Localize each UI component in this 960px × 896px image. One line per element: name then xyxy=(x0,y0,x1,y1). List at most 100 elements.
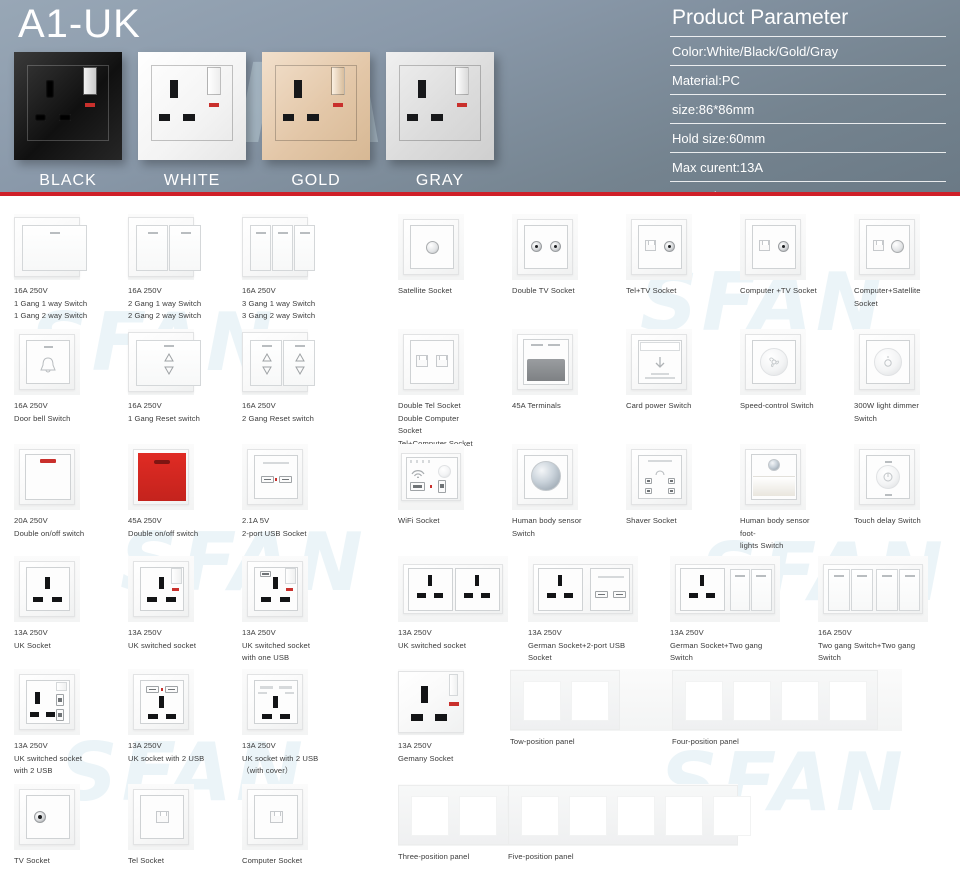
product-card[interactable]: 13A 250V UK Socket xyxy=(14,556,92,652)
product-name: UK switched socket with 2 USB xyxy=(14,753,83,776)
product-card[interactable]: 13A 250V UK switched socket with 2 USB xyxy=(14,669,92,778)
product-rating: 16A 250V xyxy=(818,628,852,637)
product-image xyxy=(128,329,201,395)
product-card[interactable]: 13A 250V UK switched socket xyxy=(398,556,508,652)
product-name: WiFi Socket xyxy=(398,516,440,525)
product-image xyxy=(14,784,80,850)
spec-color: Color:White/Black/Gold/Gray xyxy=(670,37,946,66)
product-card[interactable]: 45A 250V Double on/off switch xyxy=(128,444,206,540)
product-image xyxy=(398,669,464,735)
product-card[interactable]: 13A 250V UK switched socket with one USB xyxy=(242,556,320,665)
product-name: Tel Socket xyxy=(128,856,165,865)
product-card[interactable]: 300W light dimmer Switch xyxy=(854,329,932,425)
product-card[interactable]: Human body sensor foot-lights Switch xyxy=(740,444,818,553)
product-image xyxy=(398,556,508,622)
product-name: TV Socket xyxy=(14,856,50,865)
product-caption: 16A 250V 1 Gang Reset switch xyxy=(128,400,206,425)
color-swatch-list: BLACK WHITE GOLD GRAY xyxy=(14,52,494,190)
product-name: Shaver Socket xyxy=(626,516,677,525)
product-caption: Human body sensor Switch xyxy=(512,515,590,540)
product-card[interactable]: 16A 250V 3 Gang 1 way Switch 3 Gang 2 way … xyxy=(242,214,320,323)
product-card[interactable]: Computer +TV Socket xyxy=(740,214,818,298)
product-card[interactable]: Five-position panel xyxy=(508,784,751,864)
product-card[interactable]: Human body sensor Switch xyxy=(512,444,590,540)
product-card[interactable]: 16A 250V 2 Gang 1 way Switch 2 Gang 2 way … xyxy=(128,214,206,323)
product-card[interactable]: 16A 250V Two gang Switch+Two gang Switch xyxy=(818,556,928,665)
spec-hold-size: Hold size:60mm xyxy=(670,124,946,153)
product-card[interactable]: Tel Socket xyxy=(128,784,206,868)
product-card[interactable]: Satellite Socket xyxy=(398,214,476,298)
product-rating: 16A 250V xyxy=(128,401,162,410)
product-name: Touch delay Switch xyxy=(854,516,921,525)
product-rating: 13A 250V xyxy=(528,628,562,637)
product-card[interactable]: 16A 250V 1 Gang Reset switch xyxy=(128,329,206,425)
product-caption: Speed-control Switch xyxy=(740,400,818,413)
product-card[interactable]: Four-position panel xyxy=(672,669,902,749)
product-image xyxy=(398,444,464,510)
product-card[interactable]: Shaver Socket xyxy=(626,444,704,528)
product-card[interactable]: Computer Socket xyxy=(242,784,320,868)
product-rating: 45A 250V xyxy=(128,516,162,525)
product-image xyxy=(14,329,80,395)
color-swatch-label: GOLD xyxy=(291,172,341,189)
product-card[interactable]: 45A Terminals xyxy=(512,329,590,413)
product-card[interactable]: Double Tel Socket Double Computer Socket T… xyxy=(398,329,476,450)
product-image xyxy=(672,669,902,731)
product-image xyxy=(626,214,692,280)
product-card[interactable]: 16A 250V 1 Gang 1 way Switch 1 Gang 2 way … xyxy=(14,214,92,323)
product-rating: 13A 250V xyxy=(14,741,48,750)
product-image xyxy=(128,214,201,280)
product-card[interactable]: 13A 250V UK switched socket xyxy=(128,556,206,652)
product-image xyxy=(14,444,80,510)
product-card[interactable]: 13A 250V German Socket+Two gang Switch xyxy=(670,556,780,665)
product-image xyxy=(242,214,315,280)
product-card[interactable]: 16A 250V Door bell Switch xyxy=(14,329,92,425)
spec-max-current: Max curent:13A xyxy=(670,153,946,182)
product-image xyxy=(242,669,308,735)
product-card[interactable]: 13A 250V UK socket with 2 USB xyxy=(128,669,206,765)
product-caption: 20A 250V Double on/off switch xyxy=(14,515,92,540)
product-card[interactable]: 13A 250V Gemany Socket xyxy=(398,669,476,765)
product-card[interactable]: TV Socket xyxy=(14,784,92,868)
product-name: Gemany Socket xyxy=(398,753,454,763)
product-card[interactable]: Double TV Socket xyxy=(512,214,590,298)
product-image xyxy=(818,556,928,622)
product-card[interactable]: Speed-control Switch xyxy=(740,329,818,413)
product-name: UK switched socket xyxy=(398,640,467,650)
product-image xyxy=(512,444,578,510)
product-name: Double TV Socket xyxy=(512,286,575,295)
product-card[interactable]: 2.1A 5V 2-port USB Socket xyxy=(242,444,320,540)
product-rating: 13A 250V xyxy=(242,628,276,637)
product-card[interactable]: Card power Switch xyxy=(626,329,704,413)
product-card[interactable]: WiFi Socket xyxy=(398,444,476,528)
socket-image-white xyxy=(138,52,246,160)
product-card[interactable]: Touch delay Switch xyxy=(854,444,932,528)
product-name-alt: Double Computer Socket xyxy=(398,413,460,436)
product-card[interactable]: 16A 250V 2 Gang Reset switch xyxy=(242,329,320,425)
product-name: Human body sensor foot- xyxy=(740,516,810,538)
product-card[interactable]: 20A 250V Double on/off switch xyxy=(14,444,92,540)
product-name: Computer Socket xyxy=(242,856,303,865)
product-caption: 16A 250V Door bell Switch xyxy=(14,400,92,425)
color-swatch-black[interactable]: BLACK xyxy=(14,52,122,190)
color-swatch-white[interactable]: WHITE xyxy=(138,52,246,190)
product-caption: 13A 250V UK switched socket xyxy=(398,627,508,652)
socket-image-gold xyxy=(262,52,370,160)
product-name: Satellite Socket xyxy=(398,286,452,295)
socket-image-gray xyxy=(386,52,494,160)
product-caption: Five-position panel xyxy=(508,851,738,864)
product-image xyxy=(14,669,80,735)
color-swatch-gold[interactable]: GOLD xyxy=(262,52,370,190)
socket-image-black xyxy=(14,52,122,160)
product-card[interactable]: Tel+TV Socket xyxy=(626,214,704,298)
product-name: Tel+TV Socket xyxy=(626,286,677,295)
product-card[interactable]: Computer+Satellite Socket xyxy=(854,214,932,310)
product-caption: 13A 250V German Socket+2-port USB Socket xyxy=(528,627,638,665)
product-card[interactable]: 13A 250V German Socket+2-port USB Socket xyxy=(528,556,638,665)
product-name: 2 Gang 1 way Switch xyxy=(128,298,202,308)
color-swatch-label: WHITE xyxy=(163,172,221,189)
product-caption: 13A 250V UK Socket xyxy=(14,627,92,652)
product-name: Five-position panel xyxy=(508,852,574,861)
product-card[interactable]: 13A 250V UK socket with 2 USB（with cover） xyxy=(242,669,320,778)
color-swatch-gray[interactable]: GRAY xyxy=(386,52,494,190)
